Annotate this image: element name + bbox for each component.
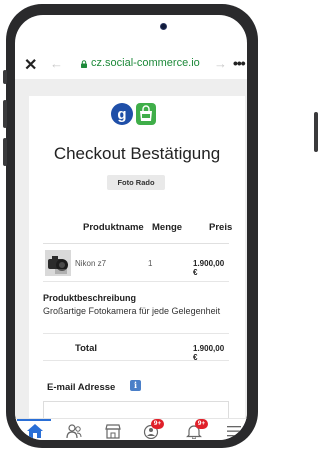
bottom-tab-bar: 9+ 9+ (15, 418, 247, 440)
app-logo: g (111, 103, 156, 125)
phone-power-button (314, 112, 318, 152)
product-price: 1.900,00 € (193, 259, 225, 277)
page-title: Checkout Bestätigung (53, 144, 221, 163)
email-label: E-mail Adresse (47, 382, 116, 393)
page-content: g Checkout Bestätigung Foto Rado Produkt… (15, 79, 247, 423)
messages-badge: 9+ (151, 419, 164, 429)
table-header: Produktname Menge Preis (43, 208, 233, 244)
total-row: Total 1.900,00 € (43, 333, 229, 362)
close-button[interactable]: ✕ (24, 55, 37, 75)
product-quantity: 1 (148, 259, 153, 268)
checkout-card: g Checkout Bestätigung Foto Rado Produkt… (29, 96, 245, 423)
column-header-product: Produktname (83, 222, 144, 233)
url-text[interactable]: cz.social-commerce.io (91, 57, 200, 69)
table-row: Nikon z7 1 1.900,00 € (43, 244, 229, 282)
column-header-price: Preis (209, 222, 233, 233)
total-value: 1.900,00 € (193, 344, 225, 362)
more-menu-button[interactable]: ••• (233, 55, 246, 71)
active-tab-indicator (17, 419, 51, 421)
back-button[interactable]: ← (50, 56, 63, 71)
phone-volume-up (3, 100, 7, 128)
lock-icon (81, 60, 87, 68)
store-icon[interactable] (104, 423, 122, 439)
product-name: Nikon z7 (75, 259, 107, 268)
column-header-quantity: Menge (152, 222, 183, 233)
messages-tab[interactable]: 9+ (142, 419, 164, 440)
notifications-tab[interactable]: 9+ (185, 419, 208, 440)
description-heading: Produktbeschreibung (43, 293, 137, 303)
forward-button[interactable]: → (214, 56, 227, 71)
svg-text:g: g (117, 106, 126, 123)
shop-badge[interactable]: Foto Rado (107, 175, 165, 190)
browser-toolbar: ✕ ← cz.social-commerce.io → ••• (15, 51, 247, 79)
people-icon[interactable] (65, 423, 83, 439)
phone-screen: ✕ ← cz.social-commerce.io → ••• g Checko… (15, 15, 247, 440)
description-text: Großartige Fotokamera für jede Gelegenhe… (43, 306, 221, 316)
menu-icon[interactable] (225, 423, 243, 439)
product-image (45, 250, 71, 276)
phone-mute-switch (3, 70, 7, 84)
front-camera (160, 23, 167, 30)
notifications-badge: 9+ (195, 419, 208, 429)
home-icon[interactable] (26, 423, 44, 439)
phone-volume-down (3, 138, 7, 166)
info-icon[interactable]: i (130, 380, 141, 391)
total-label: Total (75, 343, 97, 354)
